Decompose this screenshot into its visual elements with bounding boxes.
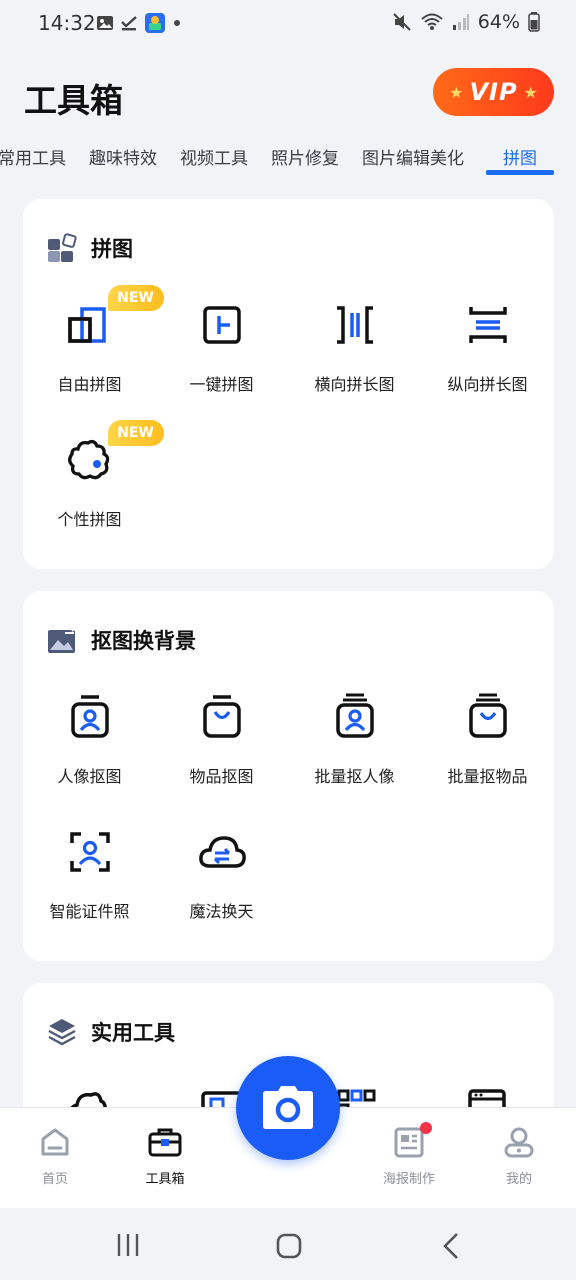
- tool-portrait-cutout[interactable]: 人像抠图: [23, 691, 156, 787]
- tool-custom-puzzle[interactable]: NEW 个性拼图: [23, 420, 164, 530]
- tool-vertical-stitch[interactable]: 纵向拼长图: [421, 299, 554, 395]
- notification-dot: [420, 1122, 432, 1134]
- section-cutout-background: 抠图换背景 人像抠图 物品抠图 批量抠人像 批量抠物品 智能证件照 魔法换天: [23, 591, 554, 961]
- tool-object-cutout[interactable]: 物品抠图: [155, 691, 288, 787]
- battery-icon: [528, 12, 540, 32]
- nav-home[interactable]: 首页: [10, 1126, 100, 1187]
- tab-common-tools[interactable]: 常用工具: [0, 144, 66, 169]
- tool-free-collage[interactable]: NEW 自由拼图: [23, 285, 164, 395]
- tab-fun-effects[interactable]: 趣味特效: [89, 144, 157, 169]
- nav-poster[interactable]: 海报制作: [364, 1122, 454, 1187]
- tab-video-tools[interactable]: 视频工具: [180, 144, 248, 169]
- one-click-collage-icon: [202, 306, 241, 344]
- tool-label: 自由拼图: [57, 375, 122, 394]
- vertical-stitch-icon: [468, 307, 507, 343]
- gallery-notification-icon: [97, 16, 113, 30]
- portrait-cutout-icon: [70, 695, 109, 738]
- category-tabs: 常用工具 趣味特效 视频工具 照片修复 图片编辑美化 拼图: [0, 136, 576, 180]
- new-badge: NEW: [107, 420, 164, 446]
- section-title: 拼图: [91, 237, 133, 261]
- layers-icon: [48, 1019, 76, 1046]
- tool-label: 魔法换天: [189, 902, 254, 921]
- tool-label: 一键拼图: [189, 375, 254, 394]
- vip-button[interactable]: ★ VIP ★: [433, 68, 554, 116]
- nav-label: 海报制作: [382, 1172, 435, 1187]
- tool-label: 批量抠人像: [314, 767, 395, 786]
- recent-apps-icon[interactable]: [115, 1232, 141, 1258]
- nav-profile[interactable]: 我的: [474, 1126, 564, 1187]
- tab-image-edit[interactable]: 图片编辑美化: [362, 144, 464, 169]
- horizontal-stitch-icon: [336, 306, 373, 344]
- signal-icon: [452, 14, 469, 30]
- tool-one-click-collage[interactable]: 一键拼图: [155, 299, 288, 395]
- page-title: 工具箱: [24, 81, 123, 120]
- more-dot-icon: [174, 20, 180, 26]
- battery-percent: 64%: [477, 11, 520, 33]
- notification-icons: [96, 12, 182, 34]
- tab-photo-repair[interactable]: 照片修复: [271, 144, 339, 169]
- tool-batch-object[interactable]: 批量抠物品: [421, 691, 554, 787]
- tab-collage[interactable]: 拼图: [503, 144, 537, 169]
- system-nav-bar: [0, 1208, 576, 1280]
- id-photo-icon: [69, 832, 110, 872]
- tool-label: 横向拼长图: [314, 375, 395, 394]
- home-icon: [41, 1128, 69, 1156]
- task-done-icon: [121, 16, 137, 31]
- wifi-icon: [421, 13, 443, 30]
- header: 工具箱 ★ VIP ★: [0, 46, 576, 146]
- nav-label: 首页: [41, 1172, 68, 1187]
- section-title: 抠图换背景: [91, 629, 196, 653]
- app-notification-icon: [145, 13, 165, 33]
- section-header: 实用工具: [47, 1017, 175, 1047]
- sky-replace-icon: [198, 836, 246, 868]
- image-swap-icon: [48, 625, 77, 653]
- camera-button[interactable]: [236, 1056, 340, 1160]
- profile-icon: [504, 1127, 534, 1158]
- tool-sky-replace[interactable]: 魔法换天: [155, 826, 288, 922]
- tool-label: 物品抠图: [189, 767, 254, 786]
- section-header: 拼图: [47, 233, 133, 263]
- toolbox-icon: [148, 1128, 182, 1157]
- status-time: 14:32: [38, 11, 96, 35]
- tool-batch-portrait[interactable]: 批量抠人像: [288, 691, 421, 787]
- star-icon: ★: [449, 82, 464, 102]
- tool-label: 批量抠物品: [447, 767, 528, 786]
- tool-label: 智能证件照: [49, 902, 130, 921]
- object-cutout-icon: [202, 695, 241, 738]
- system-status-icons: 64%: [392, 11, 540, 33]
- tool-id-photo[interactable]: 智能证件照: [23, 826, 156, 922]
- section-collage: 拼图 NEW 自由拼图 一键拼图 横向拼长图 纵向拼长图 NEW 个性拼图: [23, 199, 554, 569]
- tool-label: 人像抠图: [57, 767, 122, 786]
- batch-object-icon: [468, 693, 507, 738]
- back-icon[interactable]: [440, 1232, 462, 1260]
- section-header: 抠图换背景: [47, 625, 196, 655]
- camera-icon: [263, 1086, 313, 1129]
- nav-label: 我的: [505, 1172, 532, 1187]
- section-title: 实用工具: [91, 1021, 175, 1045]
- star-icon: ★: [523, 82, 538, 102]
- tool-horizontal-stitch[interactable]: 横向拼长图: [288, 299, 421, 395]
- home-button-icon[interactable]: [275, 1232, 303, 1260]
- nav-label: 工具箱: [145, 1172, 185, 1187]
- status-bar: 14:32 64%: [0, 0, 576, 46]
- batch-portrait-icon: [335, 693, 374, 738]
- tool-label: 个性拼图: [57, 510, 122, 529]
- tool-label: 纵向拼长图: [447, 375, 528, 394]
- active-tab-indicator: [486, 170, 554, 175]
- mute-icon: [393, 13, 411, 31]
- vip-label: VIP: [469, 78, 518, 106]
- puzzle-icon: [48, 233, 77, 262]
- nav-toolbox[interactable]: 工具箱: [120, 1126, 210, 1187]
